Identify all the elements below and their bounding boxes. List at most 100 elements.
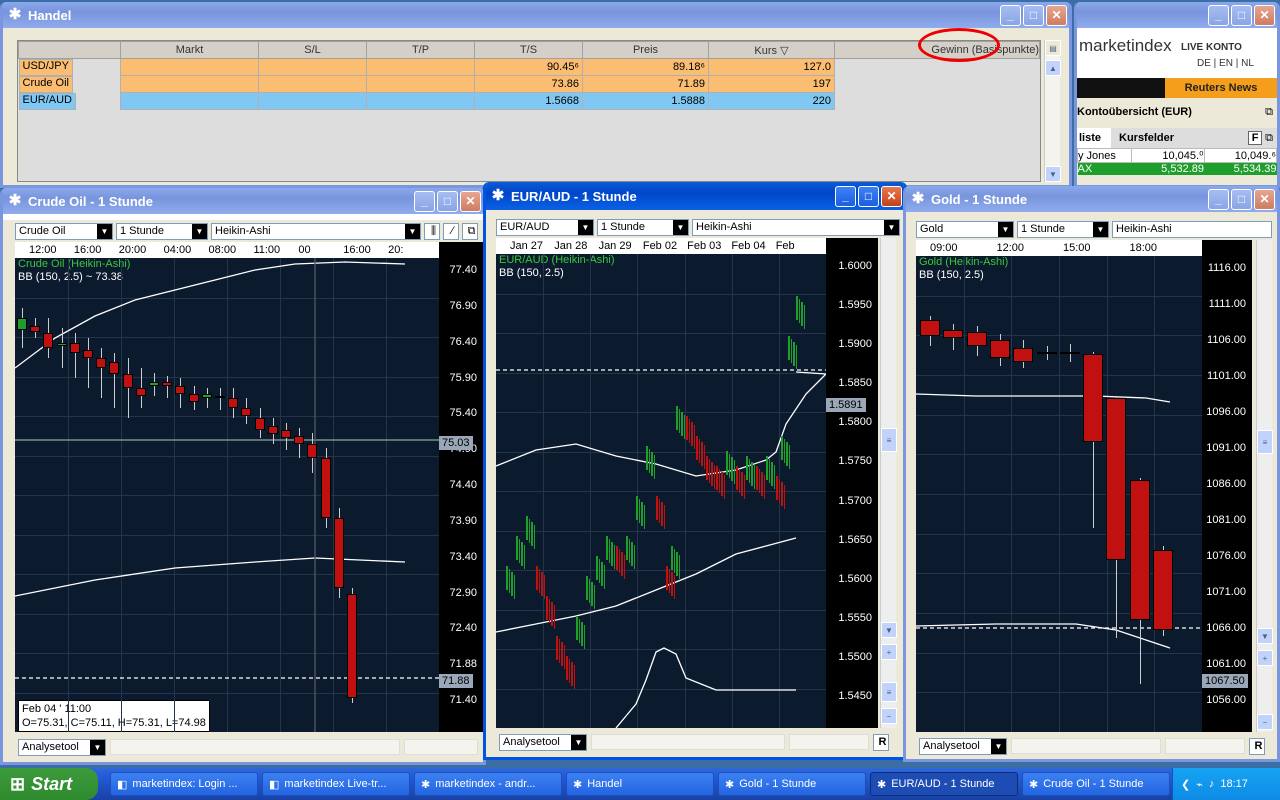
col-price[interactable]: Preis <box>582 41 709 59</box>
crude-titlebar[interactable]: ✱ Crude Oil - 1 Stunde _ □ ✕ <box>3 188 483 214</box>
interval-select[interactable]: 1 Stunde ▼ <box>597 218 689 236</box>
table-scrollbar[interactable]: ▤ ▲ ▼ <box>1044 40 1061 182</box>
tab-liste[interactable]: liste <box>1077 128 1111 148</box>
vertical-scrollbar[interactable]: ≡ ▼ + ≡ − <box>880 238 897 728</box>
taskbar-item[interactable]: ◧ marketindex Live-tr... <box>262 772 410 796</box>
analysetool-select[interactable]: Analysetool ▼ <box>499 733 587 751</box>
gold-chart[interactable]: Gold (Heikin-Ashi) BB (150, 2.5) <box>916 256 1202 732</box>
col-tp[interactable]: T/P <box>366 41 475 59</box>
close-button[interactable]: ✕ <box>1254 188 1275 210</box>
volume-icon[interactable]: ♪ <box>1209 778 1215 790</box>
col-kurs[interactable]: Kurs ▽ <box>708 41 835 59</box>
analysetool-select[interactable]: Analysetool ▼ <box>18 738 106 756</box>
close-button[interactable]: ✕ <box>881 185 902 207</box>
start-button[interactable]: ⊞ Start <box>0 768 98 800</box>
popout-icon[interactable]: ⧉ <box>1265 132 1273 145</box>
table-row[interactable]: V USD/JPY 90.45⁶ 89.18⁶ 127.0 <box>18 58 1040 76</box>
horizontal-scrollbar[interactable] <box>591 734 785 750</box>
marketindex-window[interactable]: _ □ ✕ marketindex LIVE KONTO DE | EN | N… <box>1074 2 1280 188</box>
maximize-button[interactable]: □ <box>1231 188 1252 210</box>
minimize-button[interactable]: _ <box>1208 188 1229 210</box>
taskbar-item[interactable]: ✱ Crude Oil - 1 Stunde <box>1022 772 1170 796</box>
scroll-up-icon[interactable]: ▲ <box>1045 60 1061 76</box>
scroll-thumb[interactable]: ≡ <box>881 428 897 452</box>
euraud-titlebar[interactable]: ✱ EUR/AUD - 1 Stunde _ □ ✕ <box>486 182 904 210</box>
bar-chart-icon[interactable]: ⫼ <box>424 222 440 240</box>
col-side[interactable] <box>18 41 121 59</box>
table-row[interactable]: AX 5,532.89 5,534.39 <box>1077 162 1277 175</box>
handel-titlebar[interactable]: ✱ Handel _ □ ✕ <box>3 2 1069 28</box>
horizontal-scrollbar[interactable] <box>110 739 400 755</box>
scroll-thumb[interactable]: ≡ <box>881 682 897 702</box>
network-icon[interactable]: ⌁ <box>1196 778 1203 791</box>
language-links[interactable]: DE | EN | NL <box>1197 58 1254 69</box>
candle <box>643 505 645 529</box>
crude-chart-window[interactable]: ✱ Crude Oil - 1 Stunde _ □ ✕ Crude Oil ▼ … <box>0 188 486 765</box>
close-button[interactable]: ✕ <box>1254 4 1275 26</box>
instrument-select[interactable]: Crude Oil ▼ <box>15 222 113 240</box>
scroll-down-icon[interactable]: ▼ <box>881 622 897 638</box>
vertical-scrollbar[interactable]: ≡ ▼ + − <box>1256 240 1273 732</box>
zoom-slider[interactable] <box>1165 738 1245 754</box>
zoom-slider[interactable] <box>789 734 869 750</box>
zoom-in-icon[interactable]: + <box>881 644 897 660</box>
charttype-select[interactable]: Heikin-Ashi ▼ <box>692 218 900 236</box>
instrument-select[interactable]: EUR/AUD ▼ <box>496 218 594 236</box>
table-settings-icon[interactable]: ▤ <box>1045 40 1061 56</box>
f-button[interactable]: F <box>1248 131 1263 145</box>
maximize-button[interactable]: □ <box>437 190 458 212</box>
interval-select[interactable]: 1 Stunde ▼ <box>1017 220 1109 238</box>
maximize-button[interactable]: □ <box>1231 4 1252 26</box>
minimize-button[interactable]: _ <box>1208 4 1229 26</box>
interval-select[interactable]: 1 Stunde ▼ <box>116 222 208 240</box>
taskbar-item[interactable]: ✱ EUR/AUD - 1 Stunde <box>870 772 1018 796</box>
euraud-chart-window[interactable]: ✱ EUR/AUD - 1 Stunde _ □ ✕ EUR/AUD ▼ 1 St… <box>483 182 907 760</box>
marketindex-titlebar[interactable]: _ □ ✕ <box>1077 2 1277 28</box>
maximize-button[interactable]: □ <box>858 185 879 207</box>
close-button[interactable]: ✕ <box>1046 4 1067 26</box>
scroll-thumb[interactable]: ≡ <box>1257 430 1273 454</box>
tab-kursfelder[interactable]: Kursfelder <box>1119 132 1248 144</box>
gold-titlebar[interactable]: ✱ Gold - 1 Stunde _ □ ✕ <box>906 186 1277 212</box>
taskbar-item[interactable]: ✱ Handel <box>566 772 714 796</box>
minimize-button[interactable]: _ <box>1000 4 1021 26</box>
popout-icon[interactable]: ⧉ <box>462 222 478 240</box>
zoom-slider[interactable] <box>404 739 478 755</box>
scroll-down-icon[interactable]: ▼ <box>1045 166 1061 182</box>
candle <box>758 469 760 493</box>
reuters-news-button[interactable]: Reuters News <box>1165 78 1277 98</box>
col-market[interactable]: Markt <box>120 41 259 59</box>
taskbar-item[interactable]: ◧ marketindex: Login ... <box>110 772 258 796</box>
scroll-down-icon[interactable]: ▼ <box>1257 628 1273 644</box>
line-tool-icon[interactable]: ∕ <box>443 222 459 240</box>
table-row[interactable]: y Jones 10,045.⁰ 10,049.⁶ <box>1077 148 1277 163</box>
charttype-select[interactable]: Heikin-Ashi <box>1112 220 1272 238</box>
chevron-down-icon: ▼ <box>90 739 105 755</box>
table-row[interactable]: V Crude Oil 73.86 71.89 197 <box>18 75 1040 93</box>
reset-button[interactable]: R <box>873 733 889 751</box>
zoom-out-icon[interactable]: − <box>881 708 897 724</box>
minimize-button[interactable]: _ <box>414 190 435 212</box>
zoom-in-icon[interactable]: + <box>1257 650 1273 666</box>
taskbar-item[interactable]: ✱ marketindex - andr... <box>414 772 562 796</box>
zoom-out-icon[interactable]: − <box>1257 714 1273 730</box>
col-ts[interactable]: T/S <box>474 41 583 59</box>
chevron-left-icon[interactable]: ❮ <box>1181 778 1190 791</box>
maximize-button[interactable]: □ <box>1023 4 1044 26</box>
euraud-chart[interactable]: EUR/AUD (Heikin-Ashi) BB (150, 2.5) <box>496 254 826 728</box>
crude-chart[interactable]: Crude Oil (Heikin-Ashi) BB (150, 2.5) ~ … <box>15 258 439 732</box>
charttype-select[interactable]: Heikin-Ashi ▼ <box>211 222 421 240</box>
gold-chart-window[interactable]: ✱ Gold - 1 Stunde _ □ ✕ Gold ▼ 1 Stunde ▼ … <box>903 186 1280 762</box>
close-button[interactable]: ✕ <box>460 190 481 212</box>
horizontal-scrollbar[interactable] <box>1011 738 1161 754</box>
instrument-select[interactable]: Gold ▼ <box>916 220 1014 238</box>
popout-icon[interactable]: ⧉ <box>1265 106 1273 119</box>
taskbar-item[interactable]: ✱ Gold - 1 Stunde <box>718 772 866 796</box>
handel-window[interactable]: ✱ Handel _ □ ✕ Markt S/L T/P T/S Preis K… <box>0 2 1072 188</box>
col-sl[interactable]: S/L <box>258 41 367 59</box>
table-row[interactable]: K EUR/AUD 1.5668 1.5888 220 <box>18 92 1040 110</box>
reset-button[interactable]: R <box>1249 737 1265 755</box>
minimize-button[interactable]: _ <box>835 185 856 207</box>
analysetool-select[interactable]: Analysetool ▼ <box>919 737 1007 755</box>
candle <box>688 419 690 443</box>
